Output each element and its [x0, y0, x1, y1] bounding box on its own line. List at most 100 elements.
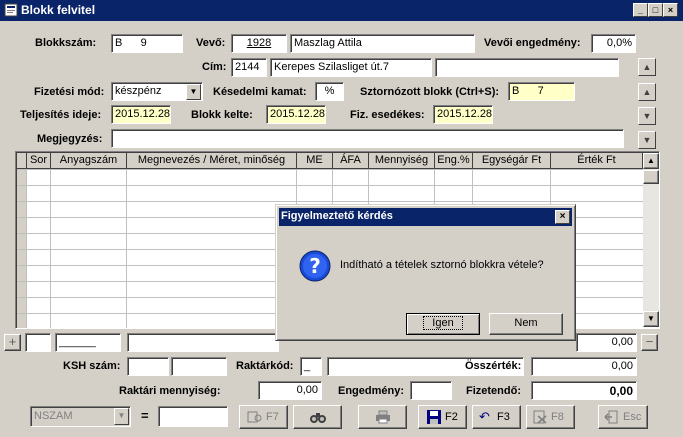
f7-button[interactable]: F7: [239, 405, 288, 429]
col-header-mennyiseg[interactable]: Mennyiség: [369, 153, 435, 169]
scroll-up-icon[interactable]: ▲: [643, 153, 659, 169]
print-button[interactable]: [358, 405, 407, 429]
remove-row-icon[interactable]: −: [641, 334, 658, 351]
raktari-menny-field: 0,00: [258, 381, 322, 400]
vevo-name-field[interactable]: Maszlag Attila: [290, 34, 475, 53]
cim-label: Cím:: [202, 61, 227, 73]
search-value-field[interactable]: [158, 406, 228, 427]
kesedelmi-kamat-field[interactable]: %: [315, 82, 344, 101]
fizetesi-mod-select[interactable]: készpénz ▼: [111, 82, 203, 101]
megjegyzes-field[interactable]: [111, 129, 624, 148]
undo-icon: ↶: [479, 409, 490, 424]
blokkszam-label: Blokkszám:: [35, 37, 97, 49]
scroll-thumb[interactable]: [643, 170, 659, 184]
fiz-esedekes-label: Fiz. esedékes:: [350, 109, 425, 121]
svg-text:?: ?: [309, 254, 321, 278]
binoculars-button[interactable]: [293, 405, 342, 429]
equals-sign: =: [141, 408, 149, 423]
binoculars-icon: [310, 413, 326, 423]
f3-undo-button[interactable]: ↶ F3: [472, 405, 521, 429]
f2-label: F2: [445, 411, 458, 423]
chevron-down-icon[interactable]: ▼: [114, 408, 129, 425]
cim-street-field[interactable]: Kerepes Szilasliget út.7: [270, 58, 432, 77]
blokkszam-field[interactable]: B 9: [111, 34, 183, 53]
confirm-dialog: Figyelmeztető kérdés × ? Indítható a tét…: [275, 204, 576, 341]
nszam-select[interactable]: NSZAM ▼: [30, 406, 131, 427]
teljesites-label: Teljesítés ideje:: [20, 109, 102, 121]
dialog-message: Indítható a tételek sztornó blokkra véte…: [340, 259, 544, 271]
minimize-button[interactable]: _: [633, 3, 648, 17]
osszertek-label: Összérték:: [465, 360, 522, 372]
chevron-down-icon[interactable]: ▼: [186, 84, 201, 100]
title-bar: Blokk felvitel _ □ ×: [0, 0, 683, 21]
fizetendo-field: 0,00: [531, 381, 637, 400]
blokk-kelte-label: Blokk kelte:: [191, 109, 253, 121]
col-header-megnevezes[interactable]: Megnevezés / Méret, minőség: [127, 153, 297, 169]
ksh-label: KSH szám:: [63, 360, 121, 372]
grid-col-line: [26, 169, 27, 328]
col-header-egysegar[interactable]: Egységár Ft: [473, 153, 551, 169]
blokk-kelte-field[interactable]: 2015.12.28: [266, 105, 326, 124]
last-record-button[interactable]: ▼: [638, 131, 656, 149]
vevo-code-field[interactable]: 1928: [231, 34, 287, 53]
vevoi-engedmeny-label: Vevői engedmény:: [484, 37, 581, 49]
entry-ertek-field[interactable]: 0,00: [576, 333, 637, 352]
yes-button[interactable]: Igen: [406, 313, 480, 335]
cim-zip-field[interactable]: 2144: [231, 58, 267, 77]
grid-scrollbar[interactable]: ▲ ▼: [643, 153, 659, 327]
col-header-me[interactable]: ME: [297, 153, 333, 169]
first-record-button[interactable]: ▲: [638, 58, 656, 76]
engedmeny-label: Engedmény:: [338, 385, 405, 397]
no-button[interactable]: Nem: [489, 313, 563, 335]
f8-delete-button[interactable]: F8: [526, 405, 575, 429]
ksh-field-2[interactable]: [171, 357, 227, 376]
f2-save-button[interactable]: F2: [418, 405, 467, 429]
f8-label: F8: [551, 411, 564, 423]
f3-label: F3: [497, 411, 510, 423]
fizetendo-label: Fizetendő:: [466, 385, 521, 397]
raktarkod-label: Raktárkód:: [236, 360, 294, 372]
teljesites-field[interactable]: 2015.12.28: [111, 105, 171, 124]
printer-icon: [376, 410, 390, 424]
find-icon: [247, 411, 262, 423]
prev-record-button[interactable]: ▲: [638, 83, 656, 101]
col-header-sor[interactable]: Sor: [27, 153, 51, 169]
grid-col-line: [126, 169, 127, 328]
vevoi-engedmeny-field[interactable]: 0,0%: [591, 34, 636, 53]
entry-sor-field[interactable]: [25, 333, 51, 352]
engedmeny-field[interactable]: [410, 381, 452, 400]
col-header-afa[interactable]: ÁFA: [333, 153, 369, 169]
delete-icon: [533, 410, 547, 424]
fiz-esedekes-field[interactable]: 2015.12.28: [433, 105, 493, 124]
maximize-button[interactable]: □: [648, 3, 663, 17]
dialog-title: Figyelmeztető kérdés: [281, 210, 393, 222]
sztornozott-field[interactable]: B 7: [508, 82, 575, 101]
raktarkod-field[interactable]: _: [300, 357, 322, 376]
esc-label: Esc: [623, 411, 642, 423]
sztornozott-label: Sztornózott blokk (Ctrl+S):: [360, 86, 500, 98]
megjegyzes-label: Megjegyzés:: [37, 133, 103, 145]
add-row-icon[interactable]: +: [4, 334, 21, 351]
exit-door-icon: [604, 410, 618, 424]
f7-label: F7: [266, 411, 279, 423]
window-title: Blokk felvitel: [21, 3, 96, 17]
vevo-label: Vevő:: [196, 37, 226, 49]
close-button[interactable]: ×: [663, 3, 678, 17]
next-record-button[interactable]: ▼: [638, 107, 656, 125]
question-icon: ?: [299, 250, 331, 282]
col-header-eng[interactable]: Eng.%: [435, 153, 473, 169]
osszertek-field: 0,00: [531, 357, 637, 376]
cim-extra-field[interactable]: [435, 58, 619, 77]
nszam-value: NSZAM: [34, 410, 73, 422]
col-header-anyagszam[interactable]: Anyagszám: [51, 153, 127, 169]
entry-anyagszam-field[interactable]: ______: [55, 333, 121, 352]
entry-megnevezes-field[interactable]: [127, 333, 279, 352]
row-indicator-header: [17, 153, 27, 169]
kesedelmi-kamat-label: Késedelmi kamat:: [213, 86, 307, 98]
col-header-ertek[interactable]: Érték Ft: [551, 153, 643, 169]
scroll-down-icon[interactable]: ▼: [643, 311, 659, 327]
ksh-field-1[interactable]: [127, 357, 169, 376]
raktari-menny-label: Raktári mennyiség:: [119, 385, 221, 397]
dialog-close-icon[interactable]: ×: [555, 210, 570, 224]
esc-exit-button[interactable]: Esc: [598, 405, 648, 429]
